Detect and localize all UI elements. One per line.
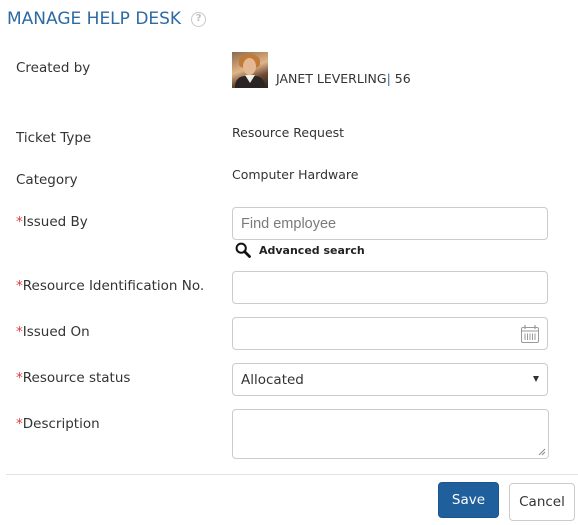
resource-status-label-text: Resource status: [22, 370, 131, 386]
creator-separator: |: [386, 71, 391, 86]
calendar-icon[interactable]: [520, 324, 540, 344]
ticket-type-value: Resource Request: [232, 125, 345, 140]
issued-on-date-input[interactable]: [232, 317, 548, 350]
created-by-label: Created by: [16, 60, 91, 76]
issued-on-label: *Issued On: [16, 324, 90, 340]
page-title-text: MANAGE HELP DESK: [7, 9, 182, 29]
creator-id: 56: [394, 71, 411, 86]
resource-status-selected: Allocated: [241, 371, 304, 388]
required-marker: *: [16, 416, 23, 432]
creator-name: JANET LEVERLING: [276, 71, 387, 86]
issued-by-label-text: Issued By: [22, 214, 88, 230]
page-title: MANAGE HELP DESK ?: [7, 9, 207, 29]
ticket-type-label: Ticket Type: [16, 130, 92, 146]
save-button[interactable]: Save: [438, 482, 499, 518]
help-icon[interactable]: ?: [191, 11, 207, 27]
category-label: Category: [16, 172, 78, 188]
resource-id-label-text: Resource Identification No.: [22, 278, 205, 294]
required-marker: *: [16, 324, 23, 340]
creator-info: JANET LEVERLING| 56: [276, 71, 411, 86]
description-textarea[interactable]: [232, 409, 549, 459]
issued-by-input[interactable]: Find employee: [232, 207, 548, 240]
required-marker: *: [16, 214, 23, 230]
required-marker: *: [16, 278, 23, 294]
category-value: Computer Hardware: [232, 167, 359, 182]
resource-status-label: *Resource status: [16, 370, 130, 386]
cancel-button[interactable]: Cancel: [509, 483, 575, 521]
issued-on-label-text: Issued On: [22, 324, 90, 340]
creator-avatar: [232, 52, 268, 88]
resource-status-select[interactable]: Allocated: [232, 363, 548, 396]
footer-divider: [6, 474, 578, 475]
search-icon: [235, 242, 251, 258]
issued-by-label: *Issued By: [16, 214, 88, 230]
description-label: *Description: [16, 416, 100, 432]
advanced-search-label: Advanced search: [259, 243, 365, 257]
advanced-search-link[interactable]: Advanced search: [235, 242, 365, 258]
required-marker: *: [16, 370, 23, 386]
issued-by-placeholder: Find employee: [241, 215, 337, 232]
resize-grip-icon[interactable]: [538, 448, 546, 456]
resource-id-input[interactable]: [232, 271, 548, 304]
description-label-text: Description: [22, 416, 100, 432]
resource-id-label: *Resource Identification No.: [16, 278, 204, 294]
caret-down-icon: [533, 376, 539, 382]
